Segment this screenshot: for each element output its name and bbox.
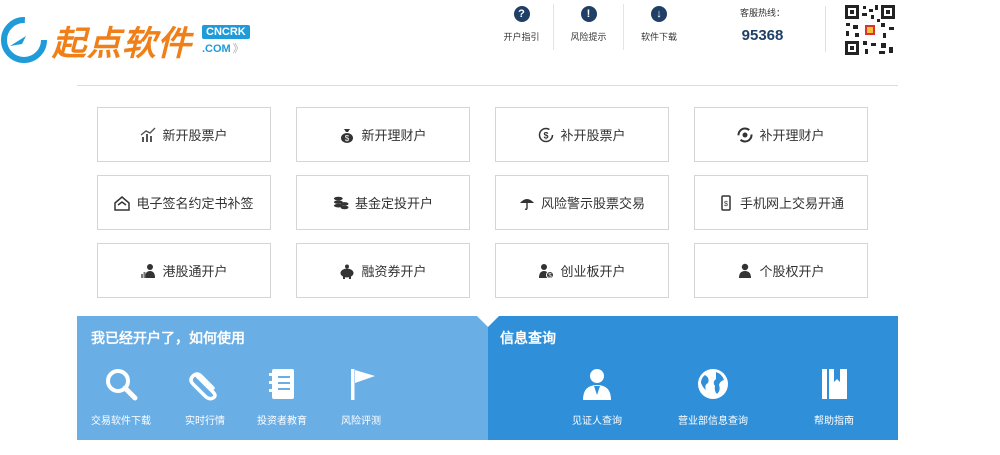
- item-label: 帮助指南: [814, 416, 854, 427]
- piggy-bank-icon: [339, 263, 355, 279]
- top-link-risk[interactable]: ! 风险提示: [554, 4, 624, 50]
- person-icon: [737, 263, 753, 279]
- item-label: 交易软件下载: [91, 416, 151, 427]
- svg-text:$: $: [724, 201, 728, 208]
- user-icon: [577, 364, 617, 404]
- hotline: 客服热线： 95368: [700, 6, 826, 52]
- btn-new-stock-account[interactable]: 新开股票户: [97, 107, 271, 162]
- magnifier-icon: [101, 364, 141, 404]
- panel-notch: [477, 316, 499, 327]
- panel-title: 我已经开户了，如何使用: [91, 331, 245, 347]
- panel-how-to-use: 我已经开户了，如何使用 交易软件下载 实时行情 投资者教育 风险评测: [77, 316, 488, 440]
- site-logo[interactable]: 起点软件 CNCRK .COM 》: [0, 10, 250, 70]
- svg-text:$: $: [345, 134, 350, 143]
- coins-icon: [333, 195, 349, 211]
- panel-info-query: 信息查询 见证人查询 营业部信息查询 帮助指南: [488, 316, 898, 440]
- header-divider: [77, 85, 898, 86]
- item-label: 投资者教育: [257, 416, 307, 427]
- btn-growth-board[interactable]: $ 创业板开户: [495, 243, 669, 298]
- notebook-icon: [262, 364, 302, 404]
- warning-icon: !: [580, 6, 597, 22]
- btn-label: 创业板开户: [560, 265, 626, 280]
- item-branch-info-query[interactable]: 营业部信息查询: [678, 364, 748, 427]
- btn-fund-plan[interactable]: 基金定投开户: [296, 175, 470, 230]
- svg-text:$: $: [544, 130, 549, 140]
- btn-label: 新开理财户: [361, 129, 427, 144]
- book-icon: [814, 364, 854, 404]
- btn-label: 融资券开户: [361, 265, 427, 280]
- hotline-label: 客服热线：: [739, 9, 785, 19]
- header: 起点软件 CNCRK .COM 》 ? 开户指引 ! 风险提示 ↓ 软件下载 客服…: [0, 0, 1000, 86]
- globe-icon: [693, 364, 733, 404]
- dollar-refresh-icon: $: [538, 127, 554, 143]
- item-realtime-quotes[interactable]: 实时行情: [185, 364, 225, 427]
- btn-reopen-stock-account[interactable]: $ 补开股票户: [495, 107, 669, 162]
- badge-bottom: .COM 》: [202, 42, 244, 55]
- btn-label: 电子签名约定书补签: [136, 197, 254, 212]
- btn-stock-option[interactable]: 个股权开户: [694, 243, 868, 298]
- money-bag-icon: $: [339, 127, 355, 143]
- paperclip-icon: [185, 364, 225, 404]
- person-money-icon: $: [538, 263, 555, 279]
- top-link-label: 开户指引: [503, 33, 540, 43]
- item-label: 实时行情: [185, 416, 225, 427]
- top-link-guide[interactable]: ? 开户指引: [490, 4, 554, 50]
- item-label: 营业部信息查询: [678, 416, 748, 427]
- phone-icon: $: [718, 194, 734, 211]
- btn-label: 港股通开户: [162, 265, 228, 280]
- top-links: ? 开户指引 ! 风险提示 ↓ 软件下载: [490, 4, 694, 50]
- item-software-download[interactable]: 交易软件下载: [91, 364, 151, 427]
- btn-reopen-finance-account[interactable]: 补开理财户: [694, 107, 868, 162]
- top-link-download[interactable]: ↓ 软件下载: [624, 4, 694, 50]
- btn-label: 基金定投开户: [354, 197, 433, 212]
- top-link-label: 软件下载: [640, 33, 677, 43]
- btn-label: 补开股票户: [560, 129, 626, 144]
- logo-text: 起点软件: [52, 23, 192, 64]
- item-risk-assessment[interactable]: 风险评测: [341, 364, 381, 427]
- person-chart-icon: [140, 263, 156, 279]
- item-witness-query[interactable]: 见证人查询: [572, 364, 622, 427]
- hotline-number: 95368: [741, 27, 784, 44]
- umbrella-icon: [519, 195, 535, 211]
- panel-title: 信息查询: [500, 331, 556, 347]
- btn-margin-account[interactable]: 融资券开户: [296, 243, 470, 298]
- signature-icon: [114, 195, 131, 211]
- btn-e-signature[interactable]: 电子签名约定书补签: [97, 175, 271, 230]
- btn-label: 风险警示股票交易: [540, 197, 645, 212]
- btn-label: 补开理财户: [759, 129, 825, 144]
- btn-label: 手机网上交易开通: [739, 197, 844, 212]
- item-label: 见证人查询: [572, 416, 622, 427]
- download-icon: ↓: [651, 6, 667, 22]
- question-icon: ?: [513, 6, 530, 22]
- refresh-icon: [737, 127, 753, 143]
- item-help-guide[interactable]: 帮助指南: [814, 364, 854, 427]
- flag-icon: [341, 364, 381, 404]
- top-link-label: 风险提示: [570, 33, 607, 43]
- btn-risk-warning-trading[interactable]: 风险警示股票交易: [495, 175, 669, 230]
- btn-new-finance-account[interactable]: $ 新开理财户: [296, 107, 470, 162]
- badge-top: CNCRK: [202, 24, 250, 39]
- item-investor-education[interactable]: 投资者教育: [257, 364, 307, 427]
- logo-badge: CNCRK .COM 》: [202, 24, 250, 56]
- item-label: 风险评测: [341, 416, 381, 427]
- logo-swirl-icon: [1, 17, 47, 63]
- btn-hk-connect[interactable]: 港股通开户: [97, 243, 271, 298]
- btn-label: 个股权开户: [759, 265, 825, 280]
- btn-label: 新开股票户: [162, 129, 228, 144]
- btn-mobile-trading[interactable]: $ 手机网上交易开通: [694, 175, 868, 230]
- qr-code-icon: [843, 3, 897, 57]
- chart-icon: [140, 127, 156, 143]
